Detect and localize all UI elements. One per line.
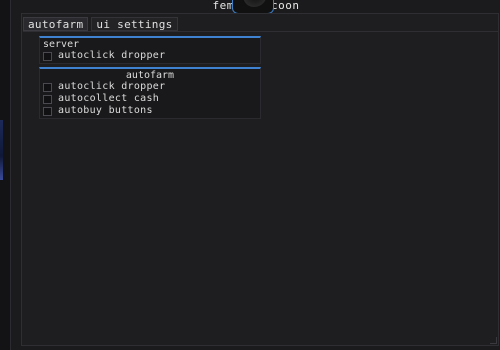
logo-icon[interactable] <box>232 0 274 14</box>
tab-divider <box>23 31 499 32</box>
checkbox[interactable] <box>43 106 52 116</box>
tab-autofarm[interactable]: autofarm <box>23 17 89 31</box>
group-title-server: server <box>43 39 80 50</box>
toggle-server-autoclick-dropper[interactable]: autoclick dropper <box>40 50 260 62</box>
tab-ui-settings[interactable]: ui settings <box>91 17 178 31</box>
checkbox[interactable] <box>43 94 52 104</box>
tab-bar: autofarm ui settings <box>23 17 178 31</box>
group-title-autofarm: autofarm <box>125 70 175 81</box>
toggle-autoclick-dropper[interactable]: autoclick dropper <box>40 81 260 93</box>
checkbox[interactable] <box>43 82 52 92</box>
toggle-label: autoclick dropper <box>58 50 166 61</box>
toggle-autobuy-buttons[interactable]: autobuy buttons <box>40 105 260 117</box>
group-server: server autoclick dropper <box>39 36 261 64</box>
toggle-label: autobuy buttons <box>58 105 153 116</box>
checkbox[interactable] <box>43 51 52 61</box>
window-title-right: coon <box>271 0 300 12</box>
toggle-label: autocollect cash <box>58 93 160 104</box>
app-window: femb coon autofarm ui settings server aut… <box>10 0 500 350</box>
desktop-background-strip <box>0 120 3 180</box>
resize-handle[interactable] <box>490 337 497 344</box>
toggle-label: autoclick dropper <box>58 81 166 92</box>
record-disk-logo-icon <box>241 0 267 7</box>
toggle-autocollect-cash[interactable]: autocollect cash <box>40 93 260 105</box>
group-autofarm: autofarm autoclick dropper autocollect c… <box>39 67 261 119</box>
